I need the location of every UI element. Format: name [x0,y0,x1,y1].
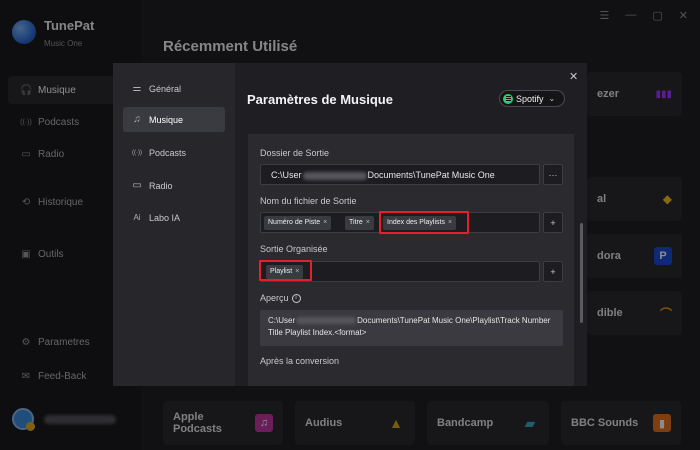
add-organized-tag-button[interactable]: + [543,261,563,282]
preview-line-1: C:\User Documents\TunePat Music One\Playl… [268,315,555,327]
service-select-value: Spotify [516,93,544,104]
preview-label: Aperçu i [260,293,301,304]
chip-track-number[interactable]: Numéro de Piste × [264,216,332,230]
settings-tab-podcasts[interactable]: ((·)) Podcasts [123,140,225,165]
settings-tab-label: Radio [149,180,173,191]
redacted-username [296,317,357,325]
ai-icon: Ai [133,213,141,222]
settings-tab-musique[interactable]: ♫ Musique [123,107,225,132]
settings-tab-label: Labo IA [149,212,181,223]
add-filename-tag-button[interactable]: + [543,212,563,233]
chip-label: Titre [349,219,363,226]
settings-tab-label: Podcasts [149,147,187,158]
after-conversion-label: Après la conversion [260,356,340,366]
filename-label: Nom du fichier de Sortie [260,196,357,206]
preview-line-2: Title Playlist Index.<format> [268,328,367,337]
organized-output-field[interactable]: Playlist × [259,260,540,282]
output-folder-label: Dossier de Sortie [260,148,330,158]
preview-suffix: Documents\TunePat Music One\Playlist\Tra… [357,316,551,325]
browse-folder-button[interactable]: ··· [543,164,563,185]
sliders-icon: ⚌ [132,83,142,94]
service-select[interactable]: Spotify ⌄ [499,90,565,107]
settings-tab-labo-ia[interactable]: Ai Labo IA [123,205,225,230]
settings-nav: ⚌ Général ♫ Musique ((·)) Podcasts ▭ Rad… [113,63,235,386]
scrollbar[interactable] [580,223,583,323]
settings-tab-general[interactable]: ⚌ Général [123,76,225,101]
output-folder-path: C:\User Documents\TunePat Music One [271,170,495,180]
chip-label: Numéro de Piste [268,219,321,226]
preview-prefix: C:\User [268,316,296,325]
podcast-icon: ((·)) [132,149,142,156]
preview-box: C:\User Documents\TunePat Music One\Playl… [260,310,563,346]
output-folder-field[interactable]: C:\User Documents\TunePat Music One [260,164,540,185]
preview-label-text: Aperçu [260,293,289,303]
settings-tab-label: Général [149,83,182,94]
filename-field[interactable]: Numéro de Piste × Titre × Index des Playli… [260,211,540,234]
settings-tab-label: Musique [149,114,184,125]
settings-content: Dossier de Sortie C:\User Documents\TuneP… [248,134,574,386]
chevron-down-icon: ⌄ [548,94,556,103]
dialog-title: Paramètres de Musique [247,92,393,107]
highlight-box [379,211,469,234]
redacted-username [302,171,367,180]
path-prefix: C:\User [271,170,302,180]
chip-remove-icon[interactable]: × [366,219,370,226]
info-icon[interactable]: i [291,294,301,304]
path-suffix: Documents\TunePat Music One [367,170,495,180]
spotify-icon [503,93,513,104]
highlight-box [259,260,312,281]
chip-remove-icon[interactable]: × [323,219,327,226]
music-note-icon: ♫ [133,114,141,125]
settings-tab-radio[interactable]: ▭ Radio [123,173,225,198]
radio-icon: ▭ [132,180,142,191]
settings-panel: ✕ Paramètres de Musique Spotify ⌄ Dossie… [235,63,587,386]
chip-title[interactable]: Titre × [345,216,374,230]
close-icon[interactable]: ✕ [569,70,578,83]
organized-output-label: Sortie Organisée [260,244,328,254]
